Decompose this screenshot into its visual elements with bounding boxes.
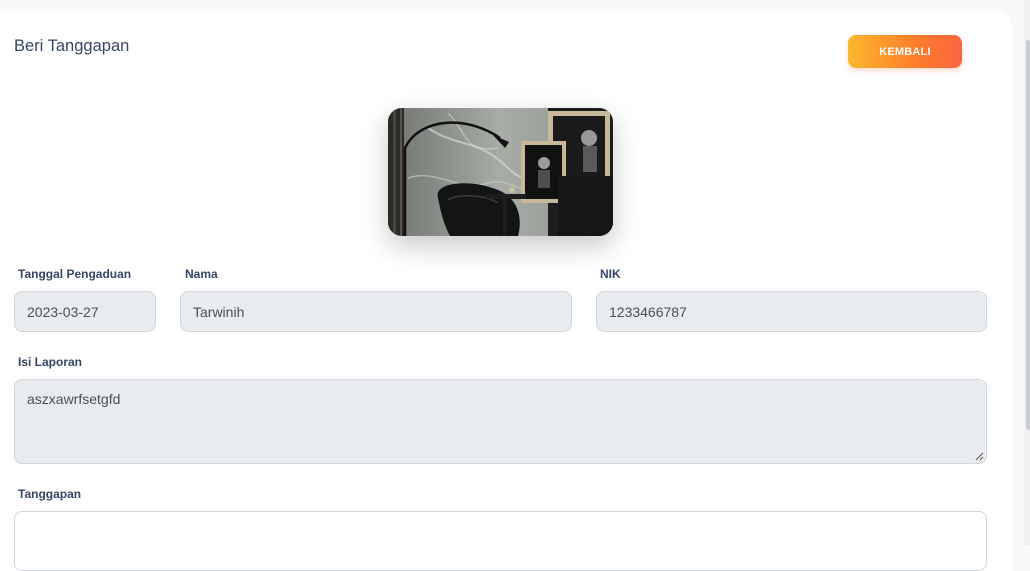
nik-value: 1233466787	[609, 303, 687, 320]
tanggal-field[interactable]: 2023-03-27	[14, 291, 156, 332]
tanggal-value: 2023-03-27	[27, 303, 99, 320]
isi-laporan-label: Isi Laporan	[18, 355, 83, 369]
page-scrollbar[interactable]	[1024, 0, 1030, 545]
isi-laporan-textarea[interactable]: aszxawrfsetgfd	[14, 379, 987, 464]
resize-grip-icon[interactable]	[975, 452, 984, 461]
scrollbar-thumb[interactable]	[1026, 40, 1030, 430]
report-photo	[388, 108, 613, 236]
tanggapan-textarea[interactable]	[14, 511, 987, 571]
tanggapan-label: Tanggapan	[18, 487, 82, 501]
nama-value: Tarwinih	[193, 303, 245, 320]
nama-label: Nama	[185, 267, 218, 281]
nik-field[interactable]: 1233466787	[596, 291, 987, 332]
nama-field[interactable]: Tarwinih	[180, 291, 572, 332]
report-photo-image	[388, 108, 613, 236]
back-button[interactable]: KEMBALI	[848, 35, 962, 68]
page-title: Beri Tanggapan	[14, 37, 130, 55]
tanggal-label: Tanggal Pengaduan	[18, 267, 132, 281]
nik-label: NIK	[600, 267, 621, 281]
isi-laporan-value: aszxawrfsetgfd	[27, 391, 121, 407]
